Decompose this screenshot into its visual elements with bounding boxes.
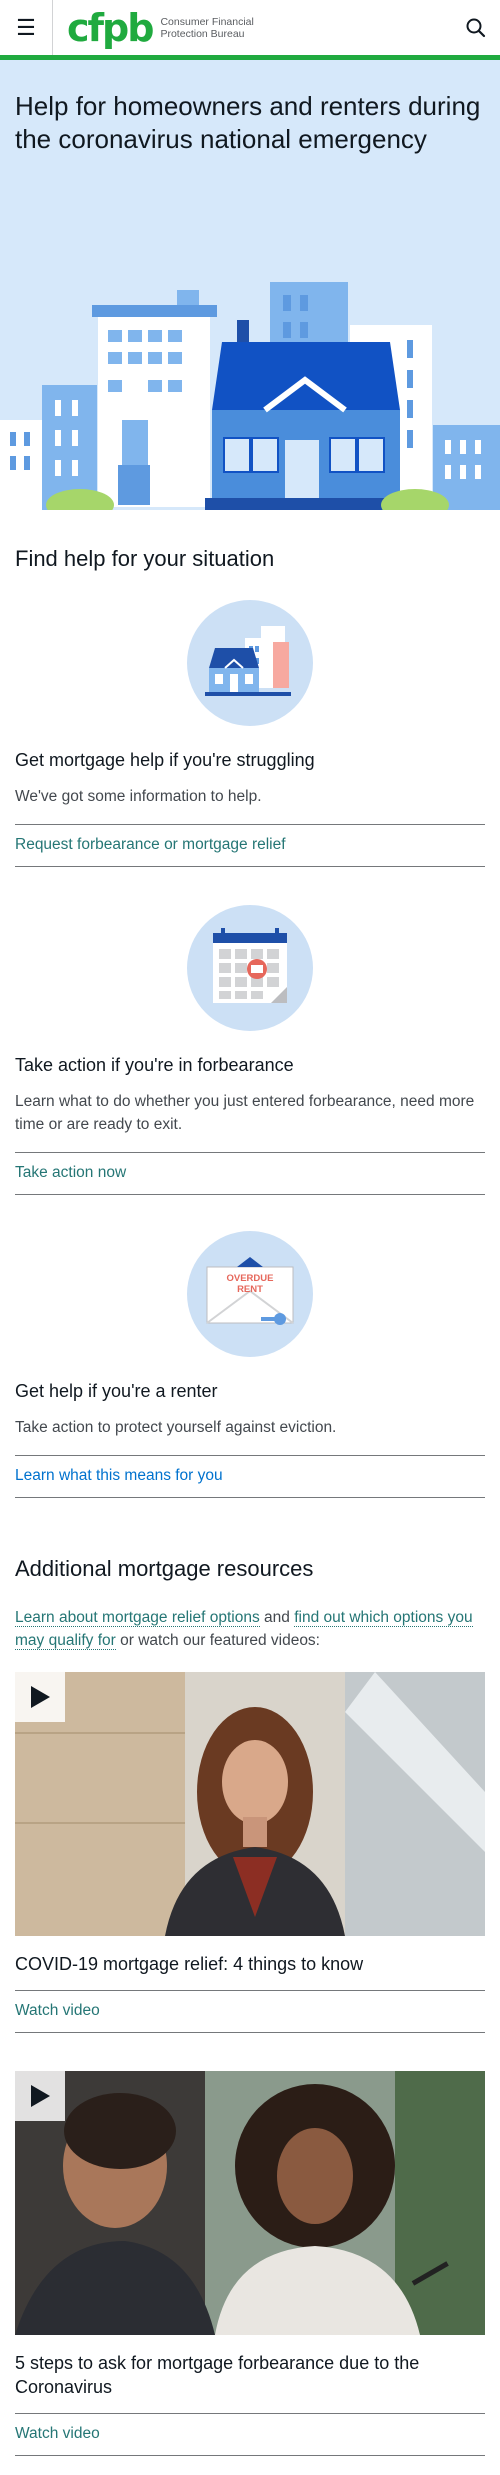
card-text: Learn what to do whether you just entere… <box>15 1093 475 1133</box>
icon-text-overdue: OVERDUE <box>227 1273 274 1284</box>
cfpb-logo[interactable]: cfpb Consumer Financial Protection Burea… <box>67 9 254 47</box>
logo-line2: Protection Bureau <box>160 27 245 40</box>
situation-card-forbearance: Take action if you're in forbearance Lea… <box>15 903 485 1195</box>
hero-banner: Help for homeowners and renters during t… <box>0 60 500 510</box>
search-icon[interactable] <box>462 14 490 42</box>
card-heading: Take action if you're in forbearance <box>15 1055 294 1075</box>
resources-intro: Learn about mortgage relief options and … <box>15 1606 485 1652</box>
renter-info-link[interactable]: Learn what this means for you <box>15 1455 485 1498</box>
video-title: 5 steps to ask for mortgage forbearance … <box>15 2353 420 2397</box>
video-thumbnail[interactable] <box>15 1672 485 1936</box>
icon-text-rent: RENT <box>237 1284 263 1295</box>
logo-line1: Consumer Financial <box>160 15 254 28</box>
situation-card-renter: OVERDUE RENT Get help if you're a renter… <box>15 1229 485 1498</box>
hero-title: Help for homeowners and renters during t… <box>15 91 481 154</box>
video-thumbnail-image <box>15 1672 485 1936</box>
video-card: 5 steps to ask for mortgage forbearance … <box>15 2071 485 2456</box>
situation-card-mortgage: Get mortgage help if you're struggling W… <box>15 598 485 867</box>
video-title: COVID-19 mortgage relief: 4 things to kn… <box>15 1954 364 1974</box>
play-icon[interactable] <box>15 1672 65 1722</box>
video-thumbnail[interactable] <box>15 2071 485 2335</box>
request-forbearance-link[interactable]: Request forbearance or mortgage relief <box>15 824 485 867</box>
card-heading: Get help if you're a renter <box>15 1381 218 1401</box>
video-card: COVID-19 mortgage relief: 4 things to kn… <box>15 1672 485 2033</box>
hamburger-menu-icon[interactable]: ☰ <box>0 0 53 55</box>
play-icon[interactable] <box>15 2071 65 2121</box>
card-text: Take action to protect yourself against … <box>15 1419 337 1436</box>
house-buildings-icon <box>15 598 485 728</box>
logo-text: Consumer Financial Protection Bureau <box>160 16 253 40</box>
hero-illustration <box>0 282 500 510</box>
logo-mark: cfpb <box>67 5 154 50</box>
intro-tail: or watch our featured videos: <box>115 1632 320 1649</box>
card-text: We've got some information to help. <box>15 788 262 805</box>
calendar-icon <box>15 903 485 1033</box>
site-header: ☰ cfpb Consumer Financial Protection Bur… <box>0 0 500 60</box>
take-action-link[interactable]: Take action now <box>15 1152 485 1195</box>
video-thumbnail-image <box>15 2071 485 2335</box>
overdue-rent-envelope-icon: OVERDUE RENT <box>15 1229 485 1359</box>
intro-and: and <box>259 1609 295 1626</box>
mortgage-relief-options-link[interactable]: Learn about mortgage relief options <box>15 1609 260 1627</box>
watch-video-link[interactable]: Watch video <box>15 1990 485 2033</box>
situations-title: Find help for your situation <box>15 546 275 571</box>
resources-title: Additional mortgage resources <box>15 1556 314 1581</box>
watch-video-link[interactable]: Watch video <box>15 2413 485 2456</box>
card-heading: Get mortgage help if you're struggling <box>15 750 315 770</box>
